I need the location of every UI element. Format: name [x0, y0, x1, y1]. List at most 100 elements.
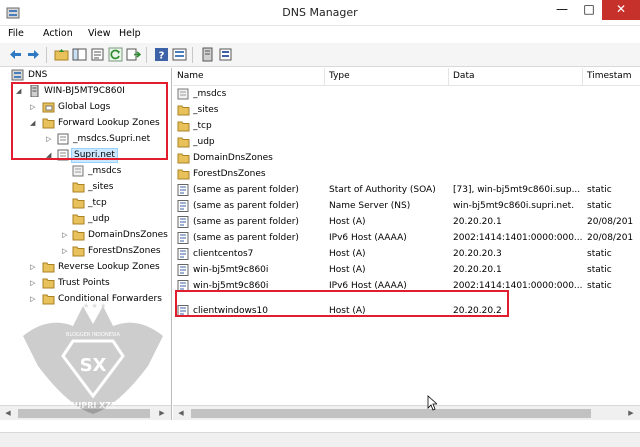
menu-help[interactable]: Help: [119, 28, 141, 39]
dns-record-icon: [177, 200, 189, 212]
highlight-box-clientwindows10: [175, 290, 509, 317]
window-title: DNS Manager: [282, 6, 358, 19]
cell-name: ForestDnsZones: [193, 169, 266, 179]
tree-node-forestdnszones[interactable]: ▷ ForestDnsZones: [0, 244, 171, 259]
right-horizontal-scrollbar[interactable]: ◀ ▶: [173, 405, 640, 420]
table-row[interactable]: (same as parent folder) Start of Authorit…: [173, 182, 640, 198]
properties-icon[interactable]: [90, 47, 105, 62]
cell-timestamp: static: [587, 185, 612, 195]
column-header-name[interactable]: Name: [173, 68, 325, 85]
cell-name: (same as parent folder): [193, 185, 299, 195]
table-row[interactable]: win-bj5mt9c860i Host (A) 20.20.20.1 static: [173, 262, 640, 278]
table-row[interactable]: ForestDnsZones: [173, 166, 640, 182]
tree-node-udp[interactable]: _udp: [0, 212, 171, 227]
menu-bar: File Action View Help: [0, 26, 640, 43]
folder-icon: [72, 230, 85, 241]
table-row[interactable]: _msdcs: [173, 86, 640, 102]
scroll-thumb[interactable]: [191, 409, 591, 418]
folder-icon: [72, 182, 85, 193]
cell-timestamp: static: [587, 201, 612, 211]
forward-arrow-icon[interactable]: [26, 47, 41, 62]
folder-icon: [72, 246, 85, 257]
close-button[interactable]: ✕: [602, 0, 640, 20]
folder-icon: [177, 121, 190, 132]
folder-icon: [177, 169, 190, 180]
folder-icon: [42, 262, 55, 273]
menu-action[interactable]: Action: [43, 28, 73, 39]
table-row[interactable]: (same as parent folder) Name Server (NS) w…: [173, 198, 640, 214]
tree-node-reverse-lookup-zones[interactable]: ▷ Reverse Lookup Zones: [0, 260, 171, 275]
column-header-type[interactable]: Type: [325, 68, 449, 85]
export-list-icon[interactable]: [126, 47, 141, 62]
cell-name: _tcp: [193, 121, 212, 131]
toolbar: ?: [0, 43, 640, 67]
maximize-button[interactable]: □: [576, 0, 602, 20]
show-hide-tree-icon[interactable]: [72, 47, 87, 62]
tree-node-msdcs[interactable]: _msdcs: [0, 164, 171, 179]
menu-file[interactable]: File: [8, 28, 24, 39]
menu-view[interactable]: View: [88, 28, 111, 39]
svg-text:★ ★ ★: ★ ★ ★: [83, 302, 106, 310]
folder-icon: [42, 278, 55, 289]
expand-arrow-icon[interactable]: ▷: [30, 260, 38, 275]
cell-type: Host (A): [329, 265, 366, 275]
cell-timestamp: static: [587, 281, 612, 291]
folder-icon: [177, 105, 190, 116]
expand-arrow-icon[interactable]: ▷: [30, 276, 38, 291]
cell-data: [73], win-bj5mt9c860i.sup...: [453, 185, 581, 195]
tree-label-sites: _sites: [88, 182, 114, 192]
up-folder-icon[interactable]: [54, 47, 69, 62]
table-row[interactable]: (same as parent folder) IPv6 Host (AAAA) 2…: [173, 230, 640, 246]
record-icon[interactable]: [218, 47, 233, 62]
tree-node-tcp[interactable]: _tcp: [0, 196, 171, 211]
help-icon[interactable]: ?: [154, 47, 169, 62]
cell-type: Host (A): [329, 217, 366, 227]
cell-timestamp: 20/08/201: [587, 233, 634, 243]
server-icon[interactable]: [200, 47, 215, 62]
dns-icon: [11, 69, 24, 81]
table-row[interactable]: clientcentos7 Host (A) 20.20.20.3 static: [173, 246, 640, 262]
toolbar-separator: [46, 47, 47, 63]
minimize-button[interactable]: —: [548, 0, 576, 20]
folder-icon: [177, 137, 190, 148]
table-row[interactable]: (same as parent folder) Host (A) 20.20.20.…: [173, 214, 640, 230]
cell-name: (same as parent folder): [193, 217, 299, 227]
msdcs-folder-icon: [72, 165, 84, 177]
tree-label-msdcs: _msdcs: [88, 166, 122, 176]
column-header-timestamp[interactable]: Timestam: [583, 68, 640, 85]
scroll-left-icon[interactable]: ◀: [1, 407, 15, 420]
cell-name: (same as parent folder): [193, 201, 299, 211]
cell-type: Start of Authority (SOA): [329, 185, 436, 195]
dns-record-icon: [177, 248, 189, 260]
scroll-left-icon[interactable]: ◀: [174, 407, 188, 420]
cell-timestamp: static: [587, 265, 612, 275]
table-row[interactable]: _udp: [173, 134, 640, 150]
expand-arrow-icon[interactable]: ▷: [62, 244, 70, 259]
table-row[interactable]: DomainDnsZones: [173, 150, 640, 166]
cell-name: _udp: [193, 137, 215, 147]
tree-node-dns-root[interactable]: DNS: [0, 68, 171, 83]
column-header-data[interactable]: Data: [449, 68, 583, 85]
details-view-icon[interactable]: [172, 47, 187, 62]
cell-name: _msdcs: [193, 89, 227, 99]
cell-data: 20.20.20.1: [453, 265, 502, 275]
table-row[interactable]: _sites: [173, 102, 640, 118]
expand-arrow-icon[interactable]: ▷: [62, 228, 70, 243]
watermark-logo: BLOGGER INDONESIA SX SUPRI XZZ ★ ★ ★: [23, 302, 163, 414]
msdcs-folder-icon: [177, 88, 189, 100]
tree-label-forestdnszones: ForestDnsZones: [88, 246, 161, 256]
tree-node-sites[interactable]: _sites: [0, 180, 171, 195]
tree-label-domaindnszones: DomainDnsZones: [88, 230, 168, 240]
table-row[interactable]: _tcp: [173, 118, 640, 134]
cell-data: 2002:1414:1401:0000:000...: [453, 233, 583, 243]
tree-label-reverse-lookup-zones: Reverse Lookup Zones: [58, 262, 160, 272]
tree-node-trust-points[interactable]: ▷ Trust Points: [0, 276, 171, 291]
scroll-right-icon[interactable]: ▶: [624, 407, 638, 420]
toolbar-separator: [192, 47, 193, 63]
back-arrow-icon[interactable]: [8, 47, 23, 62]
mouse-cursor-icon: [427, 395, 437, 411]
refresh-icon[interactable]: [108, 47, 123, 62]
folder-icon: [72, 214, 85, 225]
folder-icon: [72, 198, 85, 209]
tree-node-domaindnszones[interactable]: ▷ DomainDnsZones: [0, 228, 171, 243]
